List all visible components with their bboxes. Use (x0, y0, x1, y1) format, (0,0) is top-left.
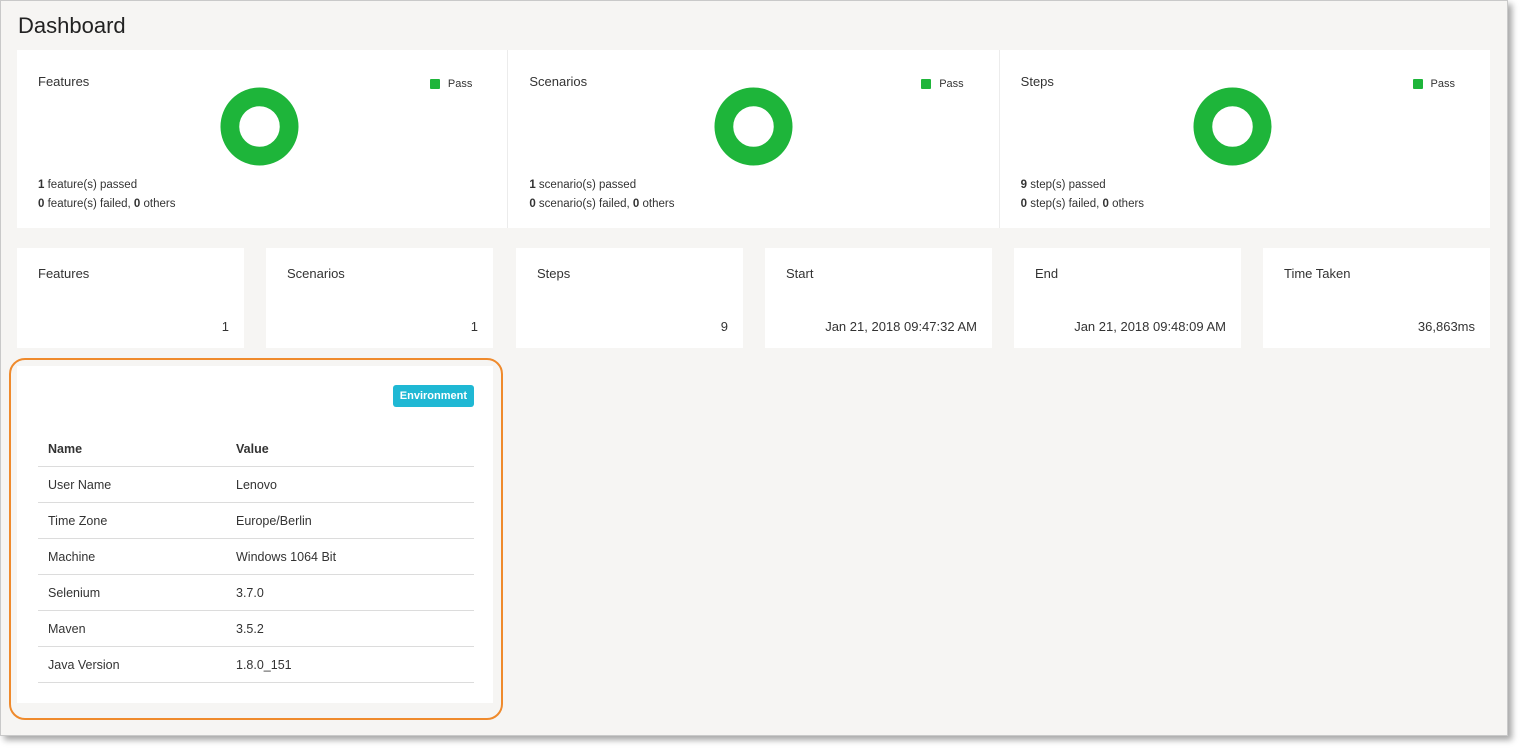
env-value-cell: Lenovo (226, 466, 474, 503)
table-row: Machine Windows 1064 Bit (38, 538, 474, 575)
env-name-cell: Selenium (38, 574, 226, 611)
dashboard-window: Dashboard Features Pass 1 feature(s) pas… (0, 0, 1508, 736)
passed-line: 9 step(s) passed (1020, 179, 1106, 191)
legend-pass[interactable]: Pass (921, 78, 964, 90)
failed-line: 0 step(s) failed, 0 others (1020, 198, 1145, 210)
stat-card-value: 1 (470, 319, 478, 334)
stat-card-value: Jan 21, 2018 09:48:09 AM (1074, 319, 1226, 334)
stat-card-title: Start (786, 266, 814, 281)
failed-line: 0 feature(s) failed, 0 others (38, 198, 176, 210)
legend-swatch (429, 79, 440, 89)
table-row: Java Version 1.8.0_151 (38, 646, 474, 683)
table-row: Selenium 3.7.0 (38, 574, 474, 611)
legend-swatch (921, 79, 932, 89)
stat-card-title: Steps (537, 266, 571, 281)
env-name-cell: Machine (38, 538, 226, 575)
passed-line: 1 scenario(s) passed (529, 179, 637, 191)
stat-card-value: Jan 21, 2018 09:47:32 AM (825, 319, 977, 334)
env-value-cell: 3.7.0 (226, 574, 474, 611)
stat-card-time-taken: Time Taken 36,863ms (1263, 248, 1490, 348)
env-value-cell: Europe/Berlin (226, 502, 474, 539)
environment-panel: Environment Name Value User Name Lenovo … (17, 366, 493, 703)
stat-card-title: End (1035, 266, 1059, 281)
passed-line: 1 feature(s) passed (38, 179, 138, 191)
stat-card-title: Features (38, 266, 90, 281)
donut-pass-segment (714, 87, 793, 166)
features-donut-chart (220, 87, 299, 166)
env-value-cell: 3.5.2 (226, 610, 474, 647)
stat-card-value: 1 (221, 319, 229, 334)
env-name-cell: User Name (38, 466, 226, 503)
environment-table: Name Value User Name Lenovo Time Zone Eu… (38, 432, 474, 683)
column-header-value: Value (226, 432, 474, 467)
legend-label: Pass (939, 78, 964, 90)
steps-donut-chart (1193, 87, 1272, 166)
legend-label: Pass (1430, 78, 1455, 90)
env-name-cell: Java Version (38, 646, 226, 683)
scenarios-donut-card: Scenarios Pass 1 scenario(s) passed 0 sc… (508, 50, 1000, 228)
scenarios-donut-chart (714, 87, 793, 166)
table-row: User Name Lenovo (38, 466, 474, 503)
failed-line: 0 scenario(s) failed, 0 others (529, 198, 675, 210)
stat-card-start: Start Jan 21, 2018 09:47:32 AM (765, 248, 992, 348)
column-header-name: Name (38, 432, 226, 467)
stat-card-steps: Steps 9 (516, 248, 743, 348)
table-row: Time Zone Europe/Berlin (38, 502, 474, 539)
stat-card-scenarios: Scenarios 1 (266, 248, 493, 348)
card-title: Scenarios (529, 74, 588, 89)
stat-card-title: Scenarios (287, 266, 345, 281)
card-title: Steps (1020, 74, 1054, 89)
stat-card-value: 9 (720, 319, 728, 334)
table-header-row: Name Value (38, 432, 474, 467)
stat-card-end: End Jan 21, 2018 09:48:09 AM (1014, 248, 1241, 348)
stat-card-value: 36,863ms (1417, 319, 1475, 334)
steps-donut-card: Steps Pass 9 step(s) passed 0 step(s) fa… (999, 50, 1490, 228)
donut-pass-segment (220, 87, 299, 166)
legend-swatch (1412, 79, 1423, 89)
env-value-cell: 1.8.0_151 (226, 646, 474, 683)
donut-cards-row: Features Pass 1 feature(s) passed 0 feat… (17, 50, 1490, 228)
env-name-cell: Time Zone (38, 502, 226, 539)
env-name-cell: Maven (38, 610, 226, 647)
legend-label: Pass (447, 78, 473, 90)
env-value-cell: Windows 1064 Bit (226, 538, 474, 575)
table-row: Maven 3.5.2 (38, 610, 474, 647)
legend-pass[interactable]: Pass (429, 78, 473, 90)
environment-badge: Environment (392, 385, 474, 407)
stat-card-title: Time Taken (1284, 266, 1351, 281)
stat-card-features: Features 1 (17, 248, 244, 348)
page-title: Dashboard (18, 13, 126, 38)
card-title: Features (38, 74, 90, 89)
features-donut-card: Features Pass 1 feature(s) passed 0 feat… (17, 50, 509, 228)
donut-pass-segment (1193, 87, 1272, 166)
stat-cards-row: Features 1 Scenarios 1 Steps 9 Start Jan… (17, 248, 1490, 348)
legend-pass[interactable]: Pass (1412, 78, 1455, 90)
